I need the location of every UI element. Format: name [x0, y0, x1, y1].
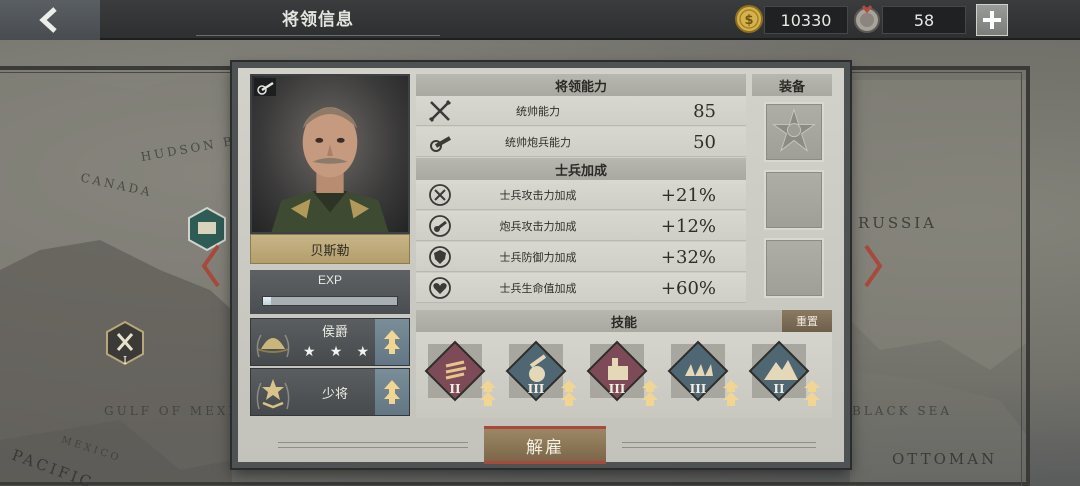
skill-grenade[interactable]: III: [505, 340, 581, 416]
divider-left: [278, 442, 468, 448]
grenade-icon: [505, 340, 577, 406]
map-arrow-left[interactable]: [200, 244, 220, 288]
stat-value: +60%: [660, 277, 716, 299]
skills-header: 技能: [610, 315, 637, 331]
equipment-header: 装备: [752, 74, 832, 96]
skill-fortress[interactable]: III: [586, 340, 662, 416]
mountain-icon: [748, 340, 820, 406]
stat-value: +32%: [660, 246, 716, 268]
star-icon: ★: [303, 344, 316, 360]
dismiss-general-button[interactable]: 解雇: [484, 426, 606, 464]
equipment-column: 装备: [752, 74, 832, 304]
star-icon: ★: [329, 344, 343, 360]
star-icon: ★: [356, 344, 369, 360]
top-bar: 将领信息 $ 10330 58: [0, 0, 1080, 40]
skill-mountain[interactable]: II: [748, 340, 824, 416]
stat-row: 士兵攻击力加成 +21%: [416, 180, 746, 210]
heart-circle-icon: [428, 276, 452, 300]
crossed-swords-icon: [428, 99, 452, 123]
stat-name: 炮兵攻击力加成: [499, 220, 577, 233]
medal-amount: 58: [882, 6, 966, 34]
nobility-title: 侯爵: [321, 325, 348, 340]
stat-name: 统帅能力: [516, 105, 560, 118]
military-rank-icon: [251, 369, 295, 415]
bicorne-hat-icon: [251, 319, 295, 365]
exp-bar: [262, 296, 398, 306]
map-label-black-sea: BLACK SEA: [852, 404, 953, 418]
skills-header-bar: 技能 重置: [416, 310, 832, 332]
nobility-upgrade-button[interactable]: [375, 319, 409, 365]
star-medal-icon: [772, 108, 816, 152]
stat-name: 统帅炮兵能力: [505, 136, 571, 149]
double-up-arrow-icon: [384, 380, 400, 404]
shield-circle-icon: [428, 245, 452, 269]
exp-box: EXP: [250, 270, 410, 314]
stat-row: 士兵生命值加成 +60%: [416, 273, 746, 303]
double-up-arrow-icon: [384, 330, 400, 354]
back-button[interactable]: [0, 0, 100, 40]
skill-rifle-volley[interactable]: II: [424, 340, 500, 416]
divider-right: [622, 442, 816, 448]
stat-value: +21%: [660, 184, 716, 206]
equipment-slot-medal[interactable]: [764, 102, 824, 162]
equipment-slot-empty[interactable]: [764, 238, 824, 298]
map-arrow-right[interactable]: [864, 244, 884, 288]
equipment-slot-empty[interactable]: [764, 170, 824, 230]
skill-level: II: [773, 382, 785, 396]
skill-level: III: [608, 382, 626, 396]
artillery-class-icon: [254, 78, 276, 96]
military-rank-upgrade-button[interactable]: [375, 369, 409, 415]
soldier-bonus-header: 士兵加成: [416, 158, 746, 180]
skill-level: III: [527, 382, 545, 396]
svg-text:$: $: [744, 13, 753, 28]
general-portrait: [250, 74, 410, 234]
stat-value: 85: [693, 100, 716, 122]
exp-label: EXP: [317, 273, 342, 287]
page-title: 将领信息: [196, 0, 440, 36]
gold-coin-icon: $: [734, 4, 764, 34]
skill-level: III: [689, 382, 707, 396]
stat-value: +12%: [660, 215, 716, 237]
medal-icon: [852, 4, 882, 34]
stat-row: 炮兵攻击力加成 +12%: [416, 211, 746, 241]
add-currency-button[interactable]: [976, 4, 1008, 36]
reset-skills-button[interactable]: 重置: [782, 310, 832, 332]
stat-value: 50: [693, 131, 716, 153]
skill-level: II: [449, 382, 461, 396]
cannon-icon: [428, 130, 452, 154]
map-label-ottoman: OTTOMAN: [892, 450, 998, 468]
map-unit-hex-selected[interactable]: I: [104, 320, 146, 367]
skill-barricade[interactable]: III: [667, 340, 743, 416]
stat-name: 士兵生命值加成: [499, 282, 577, 295]
back-arrow-icon: [39, 7, 57, 33]
abilities-header: 将领能力: [416, 74, 746, 96]
general-name: 贝斯勒: [250, 234, 410, 264]
stat-row: 统帅能力 85: [416, 96, 746, 126]
military-rank-row: 少将: [250, 368, 410, 416]
military-rank-title: 少将: [321, 387, 348, 402]
map-label-russia: RUSSIA: [858, 214, 937, 232]
stat-name: 士兵防御力加成: [499, 251, 577, 264]
skills-list: II III III III II: [416, 332, 832, 418]
nobility-rank-row: 侯爵 ★ ★ ★: [250, 318, 410, 366]
plus-icon: [983, 11, 1001, 29]
exp-bar-fill: [263, 297, 272, 305]
general-info-panel: 贝斯勒 EXP 侯爵 ★ ★ ★ 少将 将领能力 统帅能力 85 统帅炮兵能力 …: [232, 62, 850, 468]
sword-circle-icon: [428, 183, 452, 207]
fortress-icon: [586, 340, 658, 406]
rifle-volley-icon: [424, 340, 496, 406]
map-unit-level: I: [122, 354, 128, 367]
barricade-icon: [667, 340, 739, 406]
stat-row: 统帅炮兵能力 50: [416, 127, 746, 157]
gold-amount: 10330: [764, 6, 848, 34]
nobility-stars: ★ ★ ★: [303, 343, 369, 361]
artillery-circle-icon: [428, 214, 452, 238]
stat-row: 士兵防御力加成 +32%: [416, 242, 746, 272]
stat-name: 士兵攻击力加成: [499, 189, 577, 202]
